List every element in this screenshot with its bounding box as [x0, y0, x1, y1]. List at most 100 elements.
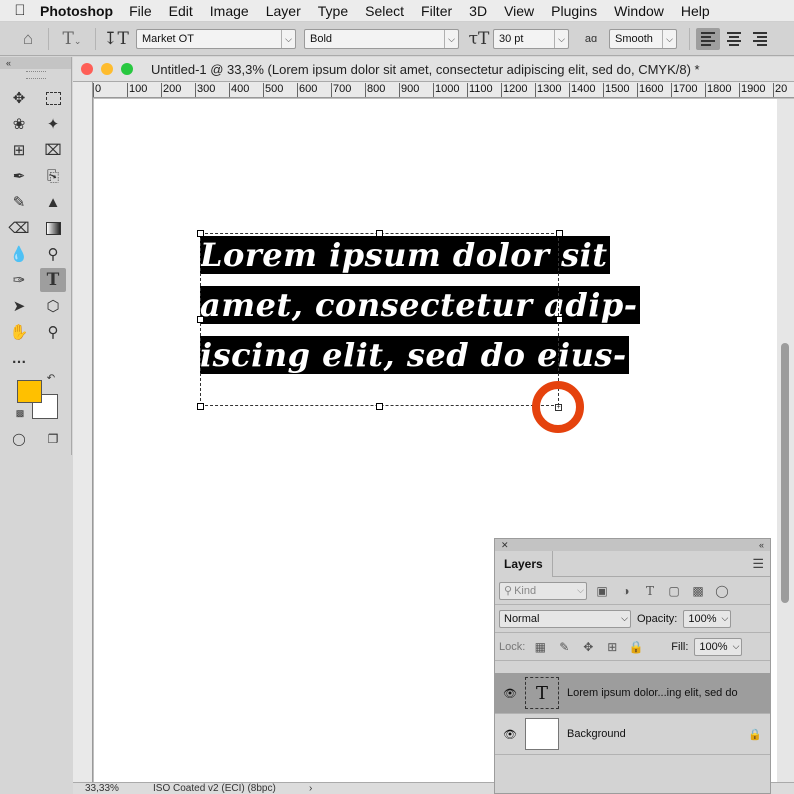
menu-image[interactable]: Image: [210, 3, 249, 19]
shape-tool-icon[interactable]: ⬡: [40, 294, 66, 318]
magic-wand-icon[interactable]: ✦: [40, 112, 66, 136]
menu-filter[interactable]: Filter: [421, 3, 452, 19]
ruler-label: 1900: [741, 83, 766, 95]
dodge-tool-icon[interactable]: ⚲: [40, 242, 66, 266]
stamp-tool-icon[interactable]: ▲: [40, 190, 66, 214]
quick-mask-icon[interactable]: ◯: [6, 427, 32, 451]
menu-view[interactable]: View: [504, 3, 534, 19]
menu-file[interactable]: File: [129, 3, 152, 19]
transform-handle-ml[interactable]: [197, 316, 204, 323]
ruler-label: 20: [775, 83, 788, 95]
vertical-scrollbar[interactable]: [777, 99, 794, 784]
toggle-orientation-icon[interactable]: ↧T: [102, 29, 130, 49]
blend-mode-select[interactable]: Normal ⌵: [499, 609, 631, 628]
brush-tool-icon[interactable]: ✎: [6, 190, 32, 214]
path-select-icon[interactable]: ➤: [6, 294, 32, 318]
font-size-select[interactable]: 30 pt ⌵: [493, 28, 569, 49]
hand-tool-icon[interactable]: ✋: [6, 320, 32, 344]
panel-menu-icon[interactable]: ☰: [752, 556, 764, 572]
type-filter-icon[interactable]: T: [641, 584, 659, 598]
opacity-input[interactable]: 100% ⌵: [683, 609, 732, 628]
eraser-tool-icon[interactable]: ⌫: [6, 216, 32, 240]
apple-icon[interactable]: : [0, 2, 40, 19]
menu-plugins[interactable]: Plugins: [551, 3, 597, 19]
align-right-button[interactable]: [748, 28, 772, 50]
menu-help[interactable]: Help: [681, 3, 710, 19]
transform-handle-mr[interactable]: [556, 316, 563, 323]
transform-handle-br[interactable]: +: [555, 404, 562, 411]
visibility-eye-icon[interactable]: 👁: [495, 728, 525, 741]
crop-tool-icon[interactable]: ⊞: [6, 138, 32, 162]
frame-tool-icon[interactable]: ⌧: [40, 138, 66, 162]
adjustment-filter-icon[interactable]: ◑: [617, 584, 635, 598]
collapse-panel-icon[interactable]: «: [759, 539, 764, 551]
move-tool-icon[interactable]: ✥: [6, 86, 32, 110]
menu-edit[interactable]: Edit: [169, 3, 193, 19]
lock-all-icon[interactable]: 🔒: [627, 640, 645, 654]
type-tool-icon[interactable]: T: [40, 268, 66, 292]
app-menu[interactable]: Photoshop: [40, 3, 113, 19]
minimize-button[interactable]: [101, 63, 113, 75]
healing-brush-icon[interactable]: ⎘: [40, 164, 66, 188]
font-family-select[interactable]: Market OT ⌵: [136, 28, 296, 49]
lock-artboard-icon[interactable]: ⊞: [603, 640, 621, 654]
layer-row-text[interactable]: 👁 T Lorem ipsum dolor...ing elit, sed do: [495, 673, 770, 714]
default-colors-icon[interactable]: ▩: [13, 406, 27, 420]
transform-handle-bl[interactable]: [197, 403, 204, 410]
close-panel-icon[interactable]: ✕: [501, 539, 509, 551]
image-filter-icon[interactable]: ▣: [593, 584, 611, 598]
fill-input[interactable]: 100% ⌵: [694, 637, 743, 656]
layer-row-background[interactable]: 👁 Background 🔒: [495, 714, 770, 755]
transform-handle-bm[interactable]: [376, 403, 383, 410]
transform-handle-tl[interactable]: [197, 230, 204, 237]
filter-kind-select[interactable]: ⚲ Kind ⌵: [499, 581, 587, 600]
blur-tool-icon[interactable]: 💧: [6, 242, 32, 266]
lock-transparent-icon[interactable]: ▦: [531, 640, 549, 654]
transform-handle-tm[interactable]: [376, 230, 383, 237]
menu-3d[interactable]: 3D: [469, 3, 487, 19]
panel-grip[interactable]: [25, 71, 46, 79]
zoom-tool-icon[interactable]: ⚲: [40, 320, 66, 344]
zoom-button[interactable]: [121, 63, 133, 75]
lock-label: Lock:: [499, 640, 526, 653]
home-icon[interactable]: ⌂: [14, 29, 42, 49]
text-bounding-box[interactable]: [200, 233, 559, 406]
shape-filter-icon[interactable]: ▢: [665, 584, 683, 598]
more-tools-icon[interactable]: …: [6, 346, 32, 370]
antialias-select[interactable]: Smooth ⌵: [609, 28, 677, 49]
transform-handle-tr[interactable]: [556, 230, 563, 237]
status-menu-icon[interactable]: ›: [309, 783, 312, 794]
eyedropper-icon[interactable]: ✒: [6, 164, 32, 188]
type-tool-preset-icon[interactable]: T⌄: [55, 29, 89, 49]
vertical-ruler[interactable]: [73, 82, 93, 782]
screen-mode-icon[interactable]: ❐: [40, 427, 66, 451]
menu-layer[interactable]: Layer: [266, 3, 301, 19]
lock-position-icon[interactable]: ✥: [579, 640, 597, 654]
pen-tool-icon[interactable]: ✑: [6, 268, 32, 292]
zoom-level[interactable]: 33,33%: [85, 783, 145, 794]
marquee-tool-icon[interactable]: [40, 86, 66, 110]
visibility-eye-icon[interactable]: 👁: [495, 687, 525, 700]
foreground-color-swatch[interactable]: [17, 380, 42, 403]
gradient-tool-icon[interactable]: [40, 216, 66, 240]
collapse-icon[interactable]: «: [0, 57, 71, 69]
smart-object-filter-icon[interactable]: ▩: [689, 584, 707, 598]
scrollbar-thumb[interactable]: [781, 343, 789, 603]
close-button[interactable]: [81, 63, 93, 75]
lock-image-icon[interactable]: ✎: [555, 640, 573, 654]
align-center-button[interactable]: [722, 28, 746, 50]
filter-toggle-icon[interactable]: ◯: [713, 584, 731, 598]
ruler-label: 300: [197, 83, 216, 95]
menu-type[interactable]: Type: [318, 3, 348, 19]
lasso-tool-icon[interactable]: ❀: [6, 112, 32, 136]
font-style-select[interactable]: Bold ⌵: [304, 28, 459, 49]
chevron-down-icon: ⌵: [662, 29, 676, 48]
tab-layers[interactable]: Layers: [495, 550, 553, 577]
align-left-button[interactable]: [696, 27, 720, 50]
antialias-icon: aɑ: [584, 32, 598, 45]
swap-colors-icon[interactable]: ↶: [44, 371, 58, 385]
horizontal-ruler[interactable]: 0 100 200 300 400 500 600 700 800 900 10…: [93, 82, 794, 98]
menu-window[interactable]: Window: [614, 3, 664, 19]
menu-select[interactable]: Select: [365, 3, 404, 19]
